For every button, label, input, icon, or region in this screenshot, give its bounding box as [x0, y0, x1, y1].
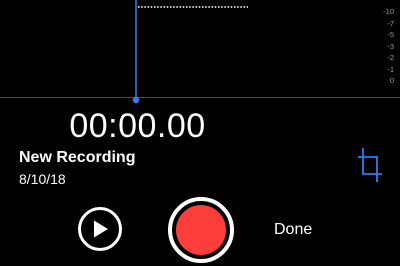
db-scale-label: -7	[387, 18, 394, 28]
play-button[interactable]	[78, 207, 122, 251]
done-button[interactable]: Done	[274, 221, 312, 239]
play-icon	[94, 220, 108, 238]
db-scale-label: 0	[389, 76, 394, 85]
recording-title[interactable]: New Recording	[19, 149, 135, 167]
elapsed-timer: 00:00.00	[69, 107, 206, 145]
trim-icon	[358, 148, 382, 182]
record-icon	[176, 205, 226, 255]
record-button[interactable]	[168, 197, 234, 263]
recording-date: 8/10/18	[19, 171, 66, 187]
db-scale-label: -5	[387, 30, 394, 39]
db-scale-label: -10	[383, 7, 394, 16]
waveform-baseline	[0, 97, 400, 98]
waveform-timeline[interactable]	[0, 0, 400, 98]
db-scale-label: -1	[387, 64, 394, 74]
playhead-handle[interactable]	[131, 95, 141, 105]
db-scale-label: -3	[387, 41, 394, 51]
trim-button[interactable]	[357, 147, 383, 183]
db-scale-label: -2	[387, 53, 394, 62]
